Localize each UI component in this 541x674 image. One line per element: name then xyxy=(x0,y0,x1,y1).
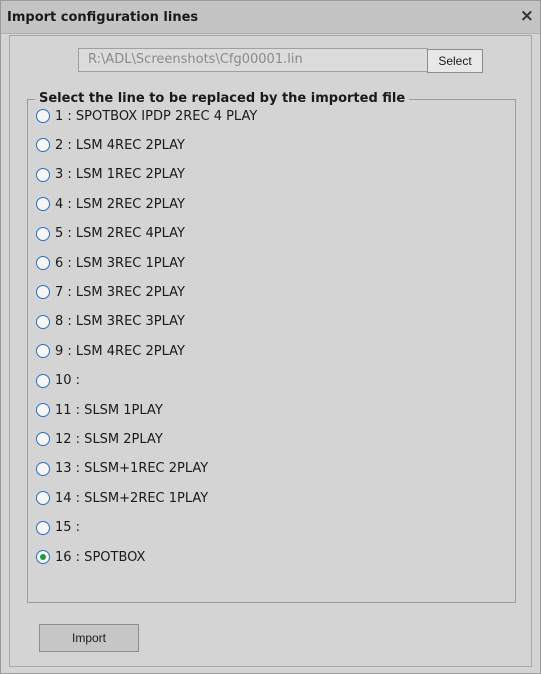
radio-option[interactable]: 11 : SLSM 1PLAY xyxy=(36,400,163,420)
radio-option[interactable]: 7 : LSM 3REC 2PLAY xyxy=(36,282,185,302)
radio-button[interactable] xyxy=(36,256,50,270)
radio-button[interactable] xyxy=(36,167,50,182)
radio-button[interactable] xyxy=(36,461,50,476)
radio-option-label: 7 : LSM 3REC 2PLAY xyxy=(55,284,185,300)
radio-button[interactable] xyxy=(36,314,50,329)
radio-button[interactable] xyxy=(36,403,50,417)
radio-option-label: 11 : SLSM 1PLAY xyxy=(55,402,163,418)
radio-button[interactable] xyxy=(36,432,50,447)
radio-option-label: 12 : SLSM 2PLAY xyxy=(55,431,163,447)
import-button[interactable]: Import xyxy=(39,624,139,652)
radio-option[interactable]: 9 : LSM 4REC 2PLAY xyxy=(36,341,185,361)
radio-option[interactable]: 6 : LSM 3REC 1PLAY xyxy=(36,253,185,273)
radio-button[interactable] xyxy=(36,285,50,300)
close-icon[interactable]: × xyxy=(520,6,534,26)
dialog-title: Import configuration lines xyxy=(7,10,199,25)
radio-button[interactable] xyxy=(36,491,50,506)
radio-option[interactable]: 14 : SLSM+2REC 1PLAY xyxy=(36,488,208,508)
radio-option[interactable]: 4 : LSM 2REC 2PLAY xyxy=(36,194,185,214)
radio-option-label: 4 : LSM 2REC 2PLAY xyxy=(55,196,185,212)
radio-option[interactable]: 12 : SLSM 2PLAY xyxy=(36,429,163,449)
radio-option-label: 14 : SLSM+2REC 1PLAY xyxy=(55,490,209,506)
group-legend: Select the line to be replaced by the im… xyxy=(35,91,410,106)
radio-option[interactable]: 15 : xyxy=(36,518,80,538)
file-path-field: R:\ADL\Screenshots\Cfg00001.lin xyxy=(78,48,428,72)
radio-option-label: 16 : SPOTBOX xyxy=(55,549,146,565)
dialog-body: R:\ADL\Screenshots\Cfg00001.lin Select S… xyxy=(9,35,532,667)
radio-option[interactable]: 1 : SPOTBOX IPDP 2REC 4 PLAY xyxy=(36,106,257,126)
radio-option-label: 3 : LSM 1REC 2PLAY xyxy=(55,167,185,183)
radio-option[interactable]: 3 : LSM 1REC 2PLAY xyxy=(36,165,185,185)
radio-button[interactable] xyxy=(36,197,50,212)
radio-option[interactable]: 16 : SPOTBOX xyxy=(36,547,145,567)
radio-option-label: 2 : LSM 4REC 2PLAY xyxy=(55,137,185,153)
radio-option[interactable]: 10 : xyxy=(36,371,80,391)
radio-option-label: 15 : xyxy=(55,520,81,536)
radio-option-label: 1 : SPOTBOX IPDP 2REC 4 PLAY xyxy=(55,108,258,124)
radio-button[interactable] xyxy=(36,373,50,388)
radio-button[interactable] xyxy=(36,520,50,535)
radio-option[interactable]: 5 : LSM 2REC 4PLAY xyxy=(36,224,185,244)
radio-button[interactable] xyxy=(36,109,50,123)
select-button[interactable]: Select xyxy=(427,49,483,73)
radio-button[interactable] xyxy=(36,344,50,359)
title-bar: Import configuration lines × xyxy=(1,1,540,34)
radio-option-label: 8 : LSM 3REC 3PLAY xyxy=(55,314,185,330)
radio-button-selected[interactable] xyxy=(36,550,50,564)
radio-option-label: 10 : xyxy=(55,373,81,389)
radio-option-label: 5 : LSM 2REC 4PLAY xyxy=(55,226,185,242)
radio-option-label: 6 : LSM 3REC 1PLAY xyxy=(55,255,185,271)
radio-option[interactable]: 2 : LSM 4REC 2PLAY xyxy=(36,135,185,155)
radio-option-label: 13 : SLSM+1REC 2PLAY xyxy=(55,461,209,477)
radio-button[interactable] xyxy=(36,138,50,153)
radio-option[interactable]: 13 : SLSM+1REC 2PLAY xyxy=(36,459,208,479)
import-dialog: Import configuration lines × R:\ADL\Scre… xyxy=(0,0,541,674)
radio-option[interactable]: 8 : LSM 3REC 3PLAY xyxy=(36,312,185,332)
line-selection-group: Select the line to be replaced by the im… xyxy=(27,91,516,603)
radio-button[interactable] xyxy=(36,226,50,241)
radio-option-label: 9 : LSM 4REC 2PLAY xyxy=(55,343,185,359)
